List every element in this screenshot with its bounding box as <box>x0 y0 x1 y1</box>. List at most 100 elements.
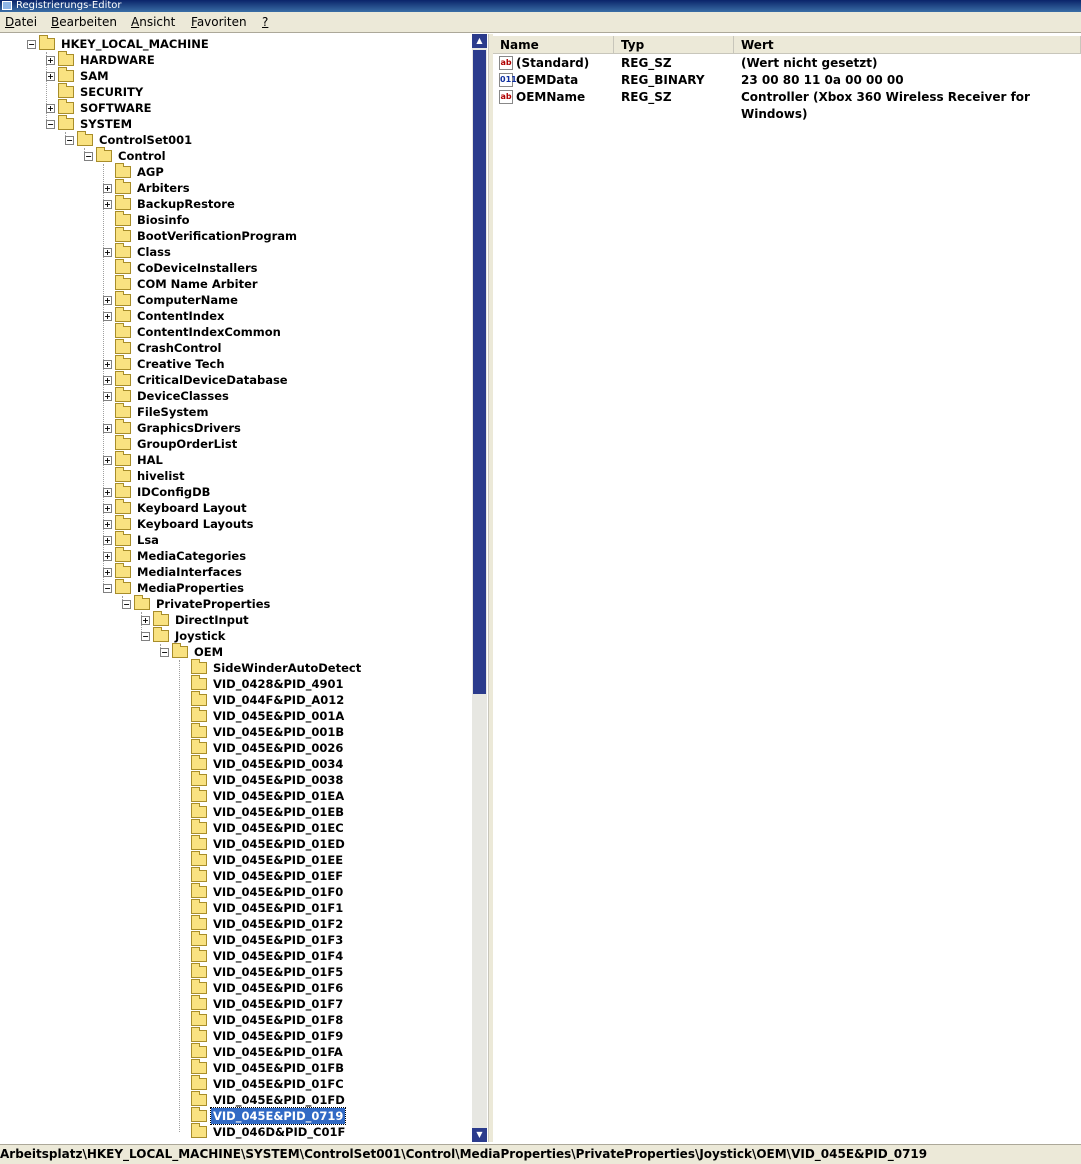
tree-node[interactable]: + ComputerName <box>0 291 470 308</box>
tree-node-label[interactable]: VID_046D&PID_C01F <box>211 1124 347 1140</box>
tree-node-label[interactable]: Joystick <box>173 628 227 644</box>
tree-node-label[interactable]: MediaCategories <box>135 548 248 564</box>
expand-icon[interactable]: + <box>103 536 112 545</box>
menu-datei[interactable]: Datei <box>5 14 37 30</box>
tree-node-label[interactable]: IDConfigDB <box>135 484 212 500</box>
tree-node-label[interactable]: VID_045E&PID_01F2 <box>211 916 345 932</box>
expand-icon[interactable]: + <box>103 184 112 193</box>
expand-icon[interactable]: + <box>141 616 150 625</box>
tree-node[interactable]: + Keyboard Layouts <box>0 515 470 532</box>
value-row[interactable]: ab OEMName REG_SZ Controller (Xbox 360 W… <box>493 89 1081 121</box>
tree-node-label[interactable]: VID_045E&PID_01F8 <box>211 1012 345 1028</box>
tree-node[interactable]: + Arbiters <box>0 179 470 196</box>
tree-node-label[interactable]: VID_045E&PID_01ED <box>211 836 347 852</box>
tree-node-label-selected[interactable]: VID_045E&PID_0719 <box>209 1107 347 1125</box>
tree-node[interactable]: + DeviceClasses <box>0 387 470 404</box>
tree-node[interactable]: VID_045E&PID_01F7 <box>0 995 470 1012</box>
tree-node[interactable]: VID_045E&PID_01EF <box>0 867 470 884</box>
tree-node[interactable]: VID_045E&PID_01FA <box>0 1043 470 1060</box>
tree-node-label[interactable]: PrivateProperties <box>154 596 272 612</box>
tree-node-label[interactable]: VID_045E&PID_01EB <box>211 804 346 820</box>
tree-node[interactable]: + IDConfigDB <box>0 483 470 500</box>
expand-icon[interactable]: + <box>103 296 112 305</box>
tree-node[interactable]: VID_045E&PID_01EE <box>0 851 470 868</box>
collapse-icon[interactable]: − <box>65 136 74 145</box>
tree-node[interactable]: VID_045E&PID_0719 <box>0 1107 470 1125</box>
tree-node[interactable]: + CriticalDeviceDatabase <box>0 371 470 388</box>
expand-icon[interactable]: + <box>103 504 112 513</box>
tree-node[interactable]: + GraphicsDrivers <box>0 419 470 436</box>
expand-icon[interactable]: + <box>103 248 112 257</box>
tree-node[interactable]: VID_045E&PID_01F9 <box>0 1027 470 1044</box>
tree-node[interactable]: AGP <box>0 163 470 180</box>
tree-node-label[interactable]: Lsa <box>135 532 161 548</box>
tree-node[interactable]: VID_045E&PID_01EB <box>0 803 470 820</box>
tree-node-label[interactable]: VID_045E&PID_01EE <box>211 852 345 868</box>
collapse-icon[interactable]: − <box>27 40 36 49</box>
tree-node[interactable]: VID_045E&PID_01F4 <box>0 947 470 964</box>
tree-node[interactable]: CrashControl <box>0 339 470 356</box>
tree-node-label[interactable]: Control <box>116 148 168 164</box>
tree-node[interactable]: − SYSTEM <box>0 115 470 132</box>
tree-node[interactable]: VID_045E&PID_001A <box>0 707 470 724</box>
tree-node[interactable]: + Keyboard Layout <box>0 499 470 516</box>
tree-node[interactable]: VID_045E&PID_01EA <box>0 787 470 804</box>
tree-node-label[interactable]: VID_045E&PID_0038 <box>211 772 345 788</box>
tree-node[interactable]: SECURITY <box>0 83 470 100</box>
tree-node-label[interactable]: VID_045E&PID_01EC <box>211 820 346 836</box>
menu-help[interactable]: ? <box>262 14 268 30</box>
tree-node-label[interactable]: DeviceClasses <box>135 388 231 404</box>
expand-icon[interactable]: + <box>103 424 112 433</box>
tree-node[interactable]: − PrivateProperties <box>0 595 470 612</box>
tree-node-label[interactable]: Creative Tech <box>135 356 227 372</box>
tree-node[interactable]: − OEM <box>0 643 470 660</box>
tree-node[interactable]: SideWinderAutoDetect <box>0 659 470 676</box>
tree-node-label[interactable]: OEM <box>192 644 225 660</box>
tree-node[interactable]: − ControlSet001 <box>0 131 470 148</box>
tree-node[interactable]: BootVerificationProgram <box>0 227 470 244</box>
scroll-down-arrow-icon[interactable]: ▼ <box>472 1128 487 1142</box>
tree-node-label[interactable]: MediaProperties <box>135 580 246 596</box>
tree-node[interactable]: + SAM <box>0 67 470 84</box>
tree-node-label[interactable]: VID_045E&PID_01FA <box>211 1044 345 1060</box>
expand-icon[interactable]: + <box>103 200 112 209</box>
expand-icon[interactable]: + <box>103 376 112 385</box>
tree-node-label[interactable]: SAM <box>78 68 111 84</box>
tree-node[interactable]: VID_045E&PID_001B <box>0 723 470 740</box>
tree-node-label[interactable]: VID_045E&PID_0026 <box>211 740 345 756</box>
tree-node-label[interactable]: VID_045E&PID_01F3 <box>211 932 345 948</box>
menu-bearbeiten[interactable]: Bearbeiten <box>51 14 117 30</box>
tree-node-label[interactable]: VID_045E&PID_001B <box>211 724 346 740</box>
column-header-name[interactable]: Name <box>493 36 614 54</box>
tree-node-label[interactable]: VID_045E&PID_01F6 <box>211 980 345 996</box>
tree-node-label[interactable]: Keyboard Layouts <box>135 516 255 532</box>
tree-node-label[interactable]: VID_045E&PID_01F0 <box>211 884 345 900</box>
expand-icon[interactable]: + <box>103 392 112 401</box>
tree-node-label[interactable]: SideWinderAutoDetect <box>211 660 363 676</box>
tree-node[interactable]: VID_0428&PID_4901 <box>0 675 470 692</box>
tree-node-label[interactable]: FileSystem <box>135 404 210 420</box>
tree-node-label[interactable]: ContentIndexCommon <box>135 324 283 340</box>
collapse-icon[interactable]: − <box>46 120 55 129</box>
tree-node[interactable]: − Control <box>0 147 470 164</box>
tree-node-label[interactable]: VID_044F&PID_A012 <box>211 692 346 708</box>
tree-node[interactable]: VID_045E&PID_01F2 <box>0 915 470 932</box>
tree-node-label[interactable]: ComputerName <box>135 292 240 308</box>
tree-node[interactable]: VID_045E&PID_0026 <box>0 739 470 756</box>
expand-icon[interactable]: + <box>46 104 55 113</box>
tree-node[interactable]: hivelist <box>0 467 470 484</box>
tree-node-label[interactable]: VID_045E&PID_001A <box>211 708 346 724</box>
tree-node[interactable]: VID_045E&PID_01ED <box>0 835 470 852</box>
tree-node[interactable]: VID_045E&PID_01F0 <box>0 883 470 900</box>
tree-node[interactable]: VID_045E&PID_0034 <box>0 755 470 772</box>
tree-node-label[interactable]: COM Name Arbiter <box>135 276 260 292</box>
tree-vertical-scrollbar[interactable]: ▲ ▼ <box>472 34 487 1142</box>
tree-node-label[interactable]: HKEY_LOCAL_MACHINE <box>59 36 211 52</box>
tree-node-label[interactable]: VID_045E&PID_01F5 <box>211 964 345 980</box>
collapse-icon[interactable]: − <box>84 152 93 161</box>
tree-node[interactable]: VID_045E&PID_01F1 <box>0 899 470 916</box>
tree-node-label[interactable]: VID_045E&PID_01F7 <box>211 996 345 1012</box>
tree-node[interactable]: VID_045E&PID_0038 <box>0 771 470 788</box>
tree-node[interactable]: + MediaCategories <box>0 547 470 564</box>
registry-key-tree[interactable]: − HKEY_LOCAL_MACHINE + HARDWARE + SAM SECURITY… <box>0 34 487 1142</box>
